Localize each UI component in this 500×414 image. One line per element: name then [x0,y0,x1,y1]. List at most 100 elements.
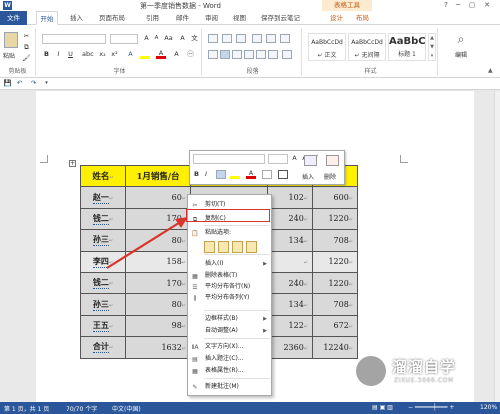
context-menu-item[interactable]: ▦ 删除表格(T) [188,271,271,281]
numbering-icon[interactable] [222,34,232,43]
value-cell[interactable]: 98↵ [125,314,191,338]
value-cell[interactable]: 80↵ [125,229,191,252]
name-cell[interactable]: 李四↵ [80,250,126,273]
paste-button-label[interactable]: 粘贴 [3,51,15,60]
maximize-icon[interactable]: ▢ [466,1,478,10]
mini-center-icon[interactable] [216,170,226,179]
view-modes-icon[interactable]: ▤ ▣ ▥ [372,404,393,411]
name-cell[interactable]: 王五↵ [80,314,126,338]
mini-grow-font-icon[interactable]: A [290,154,299,163]
undo-icon[interactable]: ↶ [15,79,24,88]
tab-view[interactable]: 视图 [233,11,246,25]
shrink-font-icon[interactable]: A [152,34,161,43]
style-heading-1[interactable]: AaBbC 标题 1 [388,33,426,61]
tab-file[interactable]: 文件 [0,11,27,25]
bold-icon[interactable]: B [42,50,51,59]
shading-icon[interactable] [282,50,292,59]
context-menu-item[interactable]: ✎ 新建批注(M) [188,382,271,392]
value-cell[interactable]: 240↵ [267,271,313,295]
grow-font-icon[interactable]: A [142,34,151,43]
font-name-combo[interactable] [42,34,106,44]
styles-scroll-icon[interactable]: ▲ ▼ ▾ [428,33,436,61]
name-cell[interactable]: 合计↵ [80,336,126,359]
help-icon[interactable]: ? [440,1,452,10]
mini-delete-label[interactable]: 删除 [324,172,336,181]
name-cell[interactable]: 赵一↵ [80,186,126,209]
superscript-icon[interactable]: x² [110,50,119,59]
context-menu-item[interactable]: 插入(I) ▶ [188,259,271,269]
value-cell[interactable]: 170↵ [125,207,191,231]
tab-references[interactable]: 引用 [146,11,159,25]
close-icon[interactable]: ✕ [481,1,493,10]
tab-table-design[interactable]: 设计 [330,11,343,25]
value-cell[interactable]: 134↵ [267,229,313,252]
tab-page-layout[interactable]: 页面布局 [99,11,125,25]
mini-italic-icon[interactable]: I [205,170,213,180]
style-no-spacing[interactable]: AaBbCcDd ↵ 无间隔 [348,33,386,61]
customize-qa-icon[interactable]: ▾ [42,79,51,88]
phonetic-icon[interactable]: 文 [190,34,199,43]
table-move-handle-icon[interactable]: + [69,160,76,167]
value-cell[interactable]: 80↵ [125,293,191,316]
italic-icon[interactable]: I [54,50,63,59]
mini-highlight-icon[interactable] [230,170,240,179]
align-left-icon[interactable] [208,50,218,59]
mini-borders-icon[interactable] [278,170,288,179]
clear-format-icon[interactable]: A [178,34,187,43]
header-cell-jan[interactable]: 1月销售/台 [125,164,191,188]
name-cell[interactable]: 孙三↵ [80,293,126,316]
decrease-indent-icon[interactable] [252,34,262,43]
vertical-scrollbar[interactable] [494,91,500,402]
paste-option-text-only-icon[interactable] [246,241,257,253]
tab-table-layout[interactable]: 布局 [356,11,369,25]
value-cell[interactable]: 1220↵ [312,207,358,231]
value-cell[interactable]: 708↵ [312,229,358,252]
enclose-char-icon[interactable]: ㊀ [186,50,195,59]
style-normal[interactable]: AaBbCcDd ↵ 正文 [308,33,346,61]
tab-mailings[interactable]: 邮件 [176,11,189,25]
collapse-ribbon-icon[interactable]: ▲ [488,67,493,74]
name-cell[interactable]: 孙三↵ [80,229,126,252]
sort-icon[interactable] [280,34,290,43]
mini-bold-icon[interactable]: B [194,170,202,180]
char-shading-icon[interactable]: A [172,50,181,59]
cut-icon[interactable]: ✂ [22,32,31,41]
mini-delete-icon[interactable] [326,155,339,166]
redo-icon[interactable]: ↷ [29,79,38,88]
multilevel-list-icon[interactable] [236,34,246,43]
context-menu-item[interactable]: ⅡA 文字方向(X)... [188,342,271,352]
distributed-icon[interactable] [256,50,266,59]
name-cell[interactable]: 钱二↵ [80,207,126,231]
context-menu-item[interactable]: 边框样式(B) ▶ [188,314,271,324]
mini-font-combo[interactable] [193,154,265,164]
subscript-icon[interactable]: x₂ [98,50,107,59]
status-words[interactable]: 70/70 个字 [66,404,97,413]
value-cell[interactable]: 170↵ [125,271,191,295]
value-cell[interactable]: 1632↵ [125,336,191,359]
text-effects-icon[interactable]: A [126,50,135,59]
format-painter-icon[interactable]: 🖌 [22,54,31,63]
value-cell[interactable]: 708↵ [312,293,358,316]
header-cell-name[interactable]: 姓名↵ [80,164,126,188]
tab-review[interactable]: 审阅 [205,11,218,25]
copy-icon[interactable]: ⧉ [22,43,31,52]
highlight-icon[interactable] [140,50,150,59]
tab-home[interactable]: 开始 [36,11,58,25]
paste-option-merge-table-icon[interactable] [232,241,243,253]
underline-icon[interactable]: U [66,50,75,59]
align-right-icon[interactable] [232,50,242,59]
value-cell[interactable]: 672↵ [312,314,358,338]
value-cell[interactable]: 240↵ [267,207,313,231]
value-cell[interactable]: 12240↵ [312,336,358,359]
mini-insert-label[interactable]: 插入 [302,172,314,181]
value-cell[interactable]: 134↵ [267,293,313,316]
mini-size-combo[interactable] [268,154,288,164]
value-cell[interactable]: 600↵ [312,186,358,209]
mini-insert-icon[interactable] [304,155,317,166]
value-cell[interactable]: 1220↵ [312,271,358,295]
context-menu-item[interactable]: ▤ 插入题注(C)... [188,354,271,364]
paste-icon[interactable] [4,32,18,48]
value-cell[interactable]: 1220↵ [312,250,358,273]
font-color-icon[interactable]: A [156,50,166,59]
name-cell[interactable]: 钱二↵ [80,271,126,295]
